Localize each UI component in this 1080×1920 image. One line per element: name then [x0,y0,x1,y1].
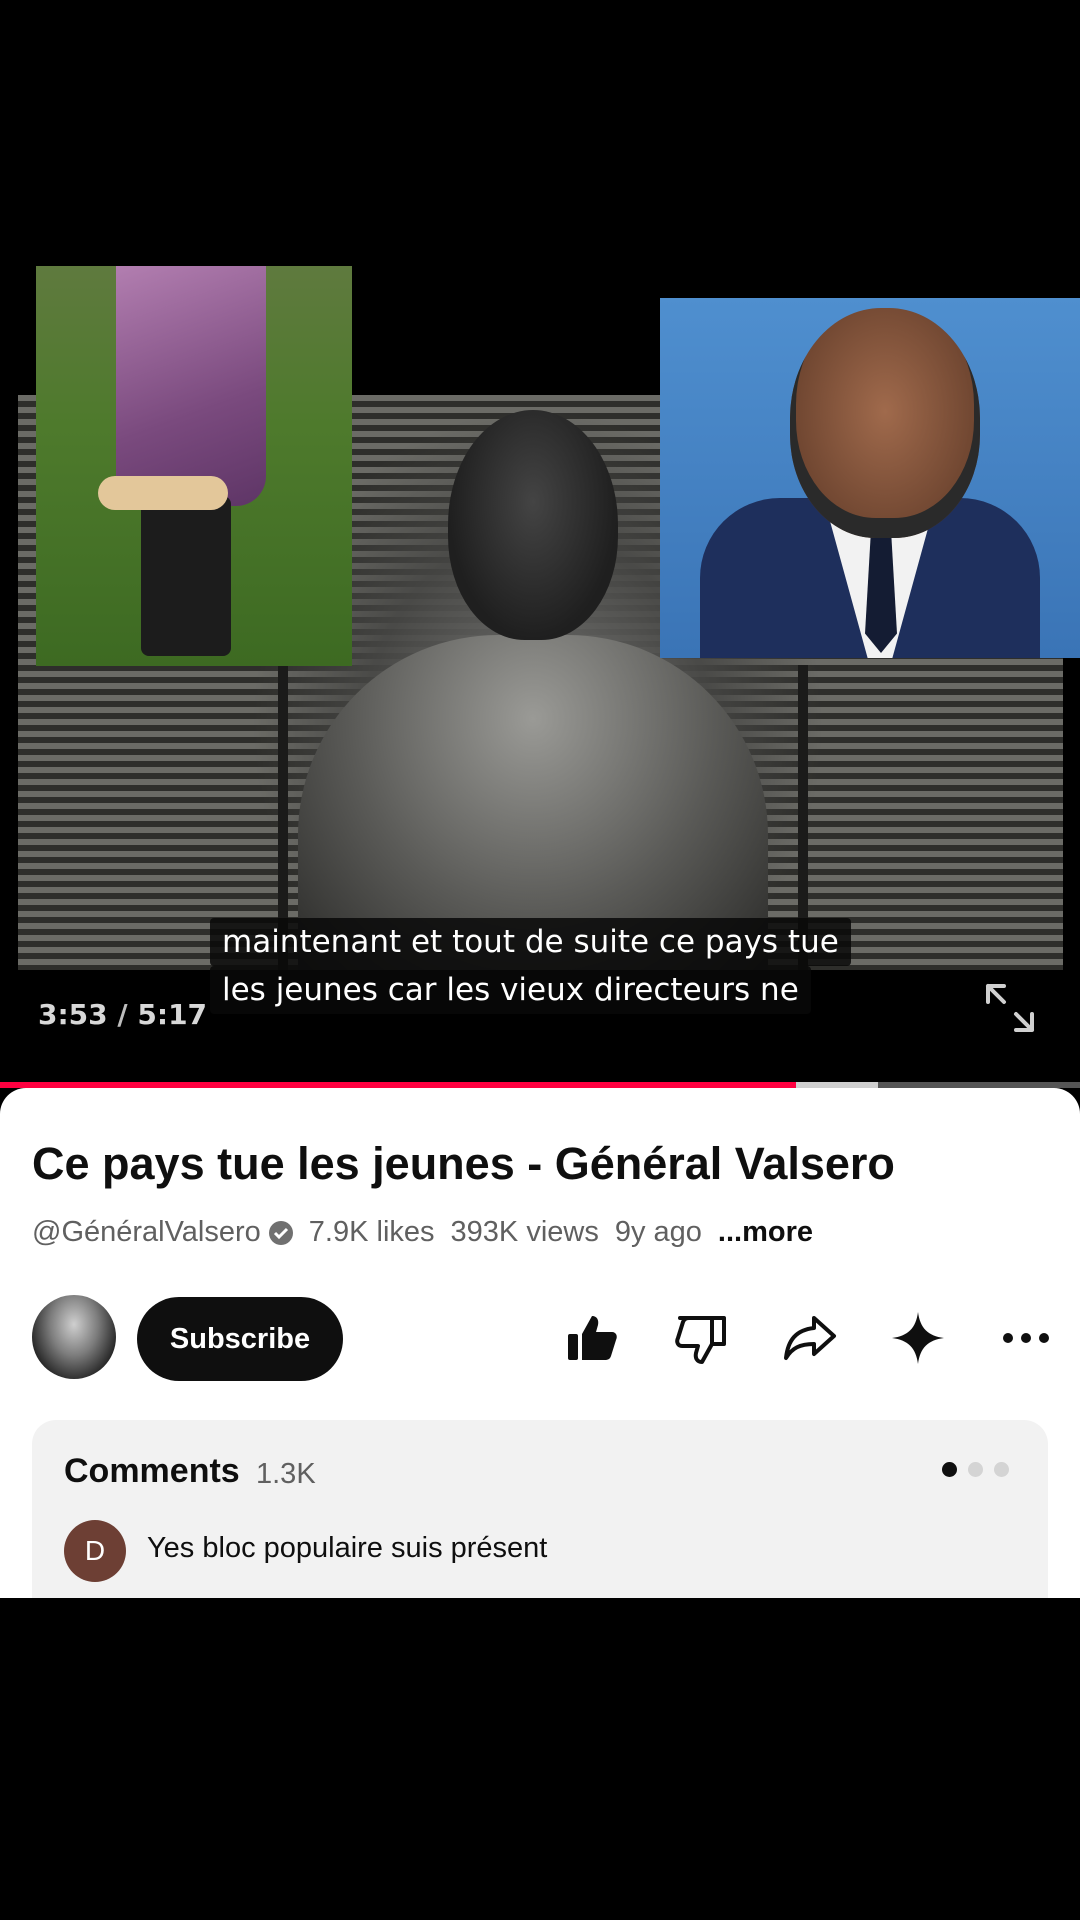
video-info-sheet: Ce pays tue les jeunes - Général Valsero… [0,1088,1080,1610]
video-inset-photo-right [660,298,1080,658]
video-player[interactable]: maintenant et tout de suite ce pays tue … [0,0,1080,1088]
comments-title: Comments [64,1452,240,1490]
share-icon[interactable] [780,1308,840,1368]
views-count: 393K views [450,1216,599,1248]
comment-text: Yes bloc populaire suis présent [147,1532,548,1564]
video-title[interactable]: Ce pays tue les jeunes - Général Valsero [32,1138,895,1190]
caption-line: les jeunes car les vieux directeurs ne [210,966,811,1014]
video-captions: maintenant et tout de suite ce pays tue … [210,918,910,1014]
likes-count: 7.9K likes [308,1216,435,1248]
verified-icon [268,1220,293,1245]
fullscreen-icon[interactable] [984,982,1036,1034]
comments-panel[interactable]: Comments 1.3K D Yes bloc populaire suis … [32,1420,1048,1610]
pagination-dot [942,1462,957,1477]
bottom-letterbox [0,1598,1080,1920]
thumbs-up-icon[interactable] [562,1308,622,1368]
video-meta[interactable]: @GénéralValsero 7.9K likes 393K views 9y… [32,1216,813,1249]
channel-handle[interactable]: @GénéralValsero [32,1216,261,1249]
more-link[interactable]: ...more [718,1216,813,1249]
current-time: 3:53 [38,998,108,1031]
pagination-dot [994,1462,1009,1477]
time-separator: / [107,998,138,1031]
subscribe-button[interactable]: Subscribe [137,1297,343,1381]
thumbs-down-icon[interactable] [672,1308,732,1368]
remix-icon[interactable] [888,1308,948,1368]
video-inset-photo-left [36,266,352,666]
caption-line: maintenant et tout de suite ce pays tue [210,918,851,966]
time-display: 3:53 / 5:17 [38,998,207,1031]
more-icon[interactable] [996,1308,1056,1368]
pagination-dots [942,1462,1009,1477]
comments-count: 1.3K [256,1458,316,1490]
video-subject-head [448,410,618,640]
duration: 5:17 [137,998,208,1031]
channel-avatar[interactable] [32,1295,116,1379]
pagination-dot [968,1462,983,1477]
upload-age: 9y ago [614,1216,702,1248]
comment-avatar: D [64,1520,126,1582]
